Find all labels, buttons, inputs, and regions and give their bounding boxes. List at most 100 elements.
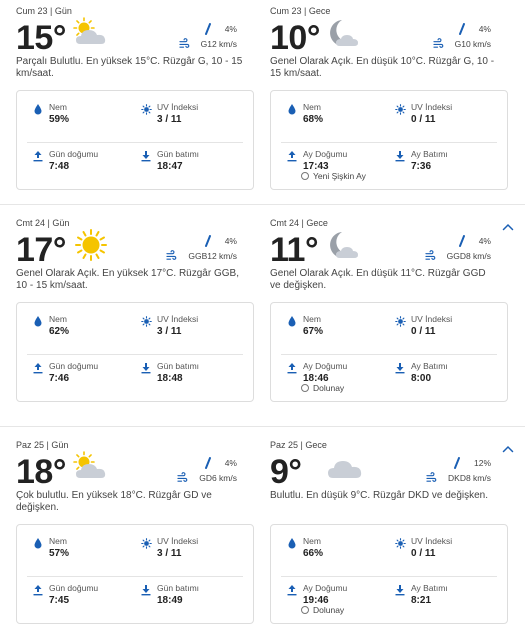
wind-icon <box>424 250 435 262</box>
sunset-icon <box>141 583 151 596</box>
moonset-label: Ay Batımı <box>411 149 448 159</box>
precipitation-value: 4% <box>224 236 237 246</box>
moonrise-label: Ay Doğumu <box>303 149 348 159</box>
night-panel: Paz 25 | Gece 9° 12% DKD8 km/s Bulutlu. En d… <box>258 434 511 638</box>
raindrop-icon <box>203 457 213 469</box>
details-card: Nem 59% UV İndeksi 3 / 11 Gün doğumu 7:48 Gün … <box>16 90 254 190</box>
wind-value: GD6 km/s <box>199 473 237 483</box>
humidity-label: Nem <box>303 314 321 324</box>
night-panel: Cmt 24 | Gece 11° 4% GGD8 km/s Genel Olarak … <box>258 212 511 424</box>
wind-value: G12 km/s <box>200 39 237 49</box>
day-panel: Cum 23 | Gün 15° 4% G12 km/s Parçalı Bulutlu… <box>4 0 257 212</box>
humidity-value: 68% <box>303 114 324 125</box>
precipitation-value: 4% <box>478 24 491 34</box>
forecast-list: Cum 23 | Gün 15° 4% G12 km/s Parçalı Bulutlu… <box>0 0 525 638</box>
uv-index: UV İndeksi 3 / 11 <box>141 314 199 337</box>
humidity-icon <box>33 536 43 549</box>
raindrop-icon <box>203 23 213 35</box>
uv-index-value: 3 / 11 <box>157 548 182 559</box>
forecast-day: Cum 23 | Gün 15° 4% G12 km/s Parçalı Bulutlu… <box>0 0 525 212</box>
sunset-value: 18:48 <box>157 373 183 384</box>
sunset-icon <box>141 361 151 374</box>
details-card: Nem 57% UV İndeksi 3 / 11 Gün doğumu 7:45 Gün … <box>16 524 254 624</box>
precipitation: 4% <box>204 23 237 35</box>
humidity: Nem 67% <box>288 314 323 337</box>
moon-phase-label: Dolunay <box>313 605 345 615</box>
uv-index-label: UV İndeksi <box>157 314 199 324</box>
moon-phase-icon <box>301 172 309 180</box>
precipitation-value: 4% <box>478 236 491 246</box>
humidity-icon <box>287 102 297 115</box>
wind-value: DKD8 km/s <box>448 473 491 483</box>
day-panel: Cmt 24 | Gün 17° 4% GGB12 km/s Genel Olarak … <box>4 212 257 424</box>
sunrise-value: 7:48 <box>49 161 70 172</box>
divider <box>0 426 525 427</box>
moonset-value: 8:21 <box>411 595 432 606</box>
uv-index-value: 3 / 11 <box>157 326 182 337</box>
humidity-label: Nem <box>49 102 67 112</box>
humidity: Nem 59% <box>34 102 70 125</box>
forecast-description: Genel Olarak Açık. En yüksek 17°C. Rüzgâ… <box>16 268 239 291</box>
moonrise-icon <box>287 361 297 374</box>
period-header: Cmt 24 | Gece <box>270 218 328 228</box>
temperature: 18° <box>16 453 66 491</box>
humidity-icon <box>287 536 297 549</box>
divider <box>281 142 497 143</box>
partly-cloudy-icon <box>70 16 112 50</box>
forecast-day: Paz 25 | Gün 18° 4% GD6 km/s Çok bulutlu. En… <box>0 434 525 638</box>
details-card: Nem 66% UV İndeksi 0 / 11 Ay Doğumu 19:46 Ay B… <box>270 524 508 624</box>
wind-value: G10 km/s <box>454 39 491 49</box>
wind-value: GGB12 km/s <box>188 251 237 261</box>
uv-icon <box>395 102 406 115</box>
precipitation: 4% <box>204 457 237 469</box>
divider <box>0 204 525 205</box>
moonrise: Ay Doğumu 19:46 <box>287 583 348 606</box>
precipitation: 4% <box>458 235 491 247</box>
chevron-up-icon[interactable] <box>502 218 514 231</box>
moon-phase: Dolunay <box>301 383 344 393</box>
wind-icon <box>178 38 189 50</box>
sunrise-icon <box>33 583 43 596</box>
wind-icon <box>177 472 188 484</box>
uv-index-value: 3 / 11 <box>157 114 182 125</box>
moonset-label: Ay Batımı <box>411 583 448 593</box>
moon-phase-label: Yeni Şişkin Ay <box>313 171 366 181</box>
wind: G10 km/s <box>432 38 491 49</box>
sunset: Gün batımı 18:47 <box>141 149 200 172</box>
details-card: Nem 62% UV İndeksi 3 / 11 Gün doğumu 7:46 Gün … <box>16 302 254 402</box>
sunrise-label: Gün doğumu <box>49 583 99 593</box>
forecast-description: Çok bulutlu. En yüksek 18°C. Rüzgâr GD v… <box>16 490 212 513</box>
precipitation-value: 4% <box>224 458 237 468</box>
humidity-value: 59% <box>49 114 70 125</box>
sunrise: Gün doğumu 7:48 <box>33 149 98 172</box>
raindrop-icon <box>457 23 467 35</box>
cloud-icon <box>324 450 366 484</box>
forecast-day: Cmt 24 | Gün 17° 4% GGB12 km/s Genel Olarak … <box>0 212 525 424</box>
precipitation: 4% <box>458 23 491 35</box>
humidity-label: Nem <box>303 102 321 112</box>
day-panel: Paz 25 | Gün 18° 4% GD6 km/s Çok bulutlu. En… <box>4 434 257 638</box>
uv-index-label: UV İndeksi <box>411 314 453 324</box>
details-card: Nem 68% UV İndeksi 0 / 11 Ay Doğumu 17:43 Ay B… <box>270 90 508 190</box>
uv-index-label: UV İndeksi <box>157 102 199 112</box>
moonset-value: 8:00 <box>411 373 432 384</box>
wind-icon <box>166 250 177 262</box>
uv-index-value: 0 / 11 <box>411 326 436 337</box>
uv-icon <box>141 314 152 327</box>
precipitation: 4% <box>204 235 237 247</box>
sunset-value: 18:49 <box>157 595 183 606</box>
moonrise-label: Ay Doğumu <box>303 583 348 593</box>
period-header: Paz 25 | Gün <box>16 440 69 450</box>
period-header: Paz 25 | Gece <box>270 440 327 450</box>
sunrise-icon <box>33 149 43 162</box>
chevron-up-icon[interactable] <box>502 440 514 453</box>
sunset-label: Gün batımı <box>157 149 200 159</box>
details-card: Nem 67% UV İndeksi 0 / 11 Ay Doğumu 18:46 Ay B… <box>270 302 508 402</box>
moonset-value: 7:36 <box>411 161 432 172</box>
sunrise: Gün doğumu 7:46 <box>33 361 98 384</box>
wind: G12 km/s <box>178 38 237 49</box>
sunset-label: Gün batımı <box>157 361 200 371</box>
wind: GGD8 km/s <box>424 250 491 261</box>
raindrop-icon <box>457 235 467 247</box>
humidity-icon <box>33 314 43 327</box>
